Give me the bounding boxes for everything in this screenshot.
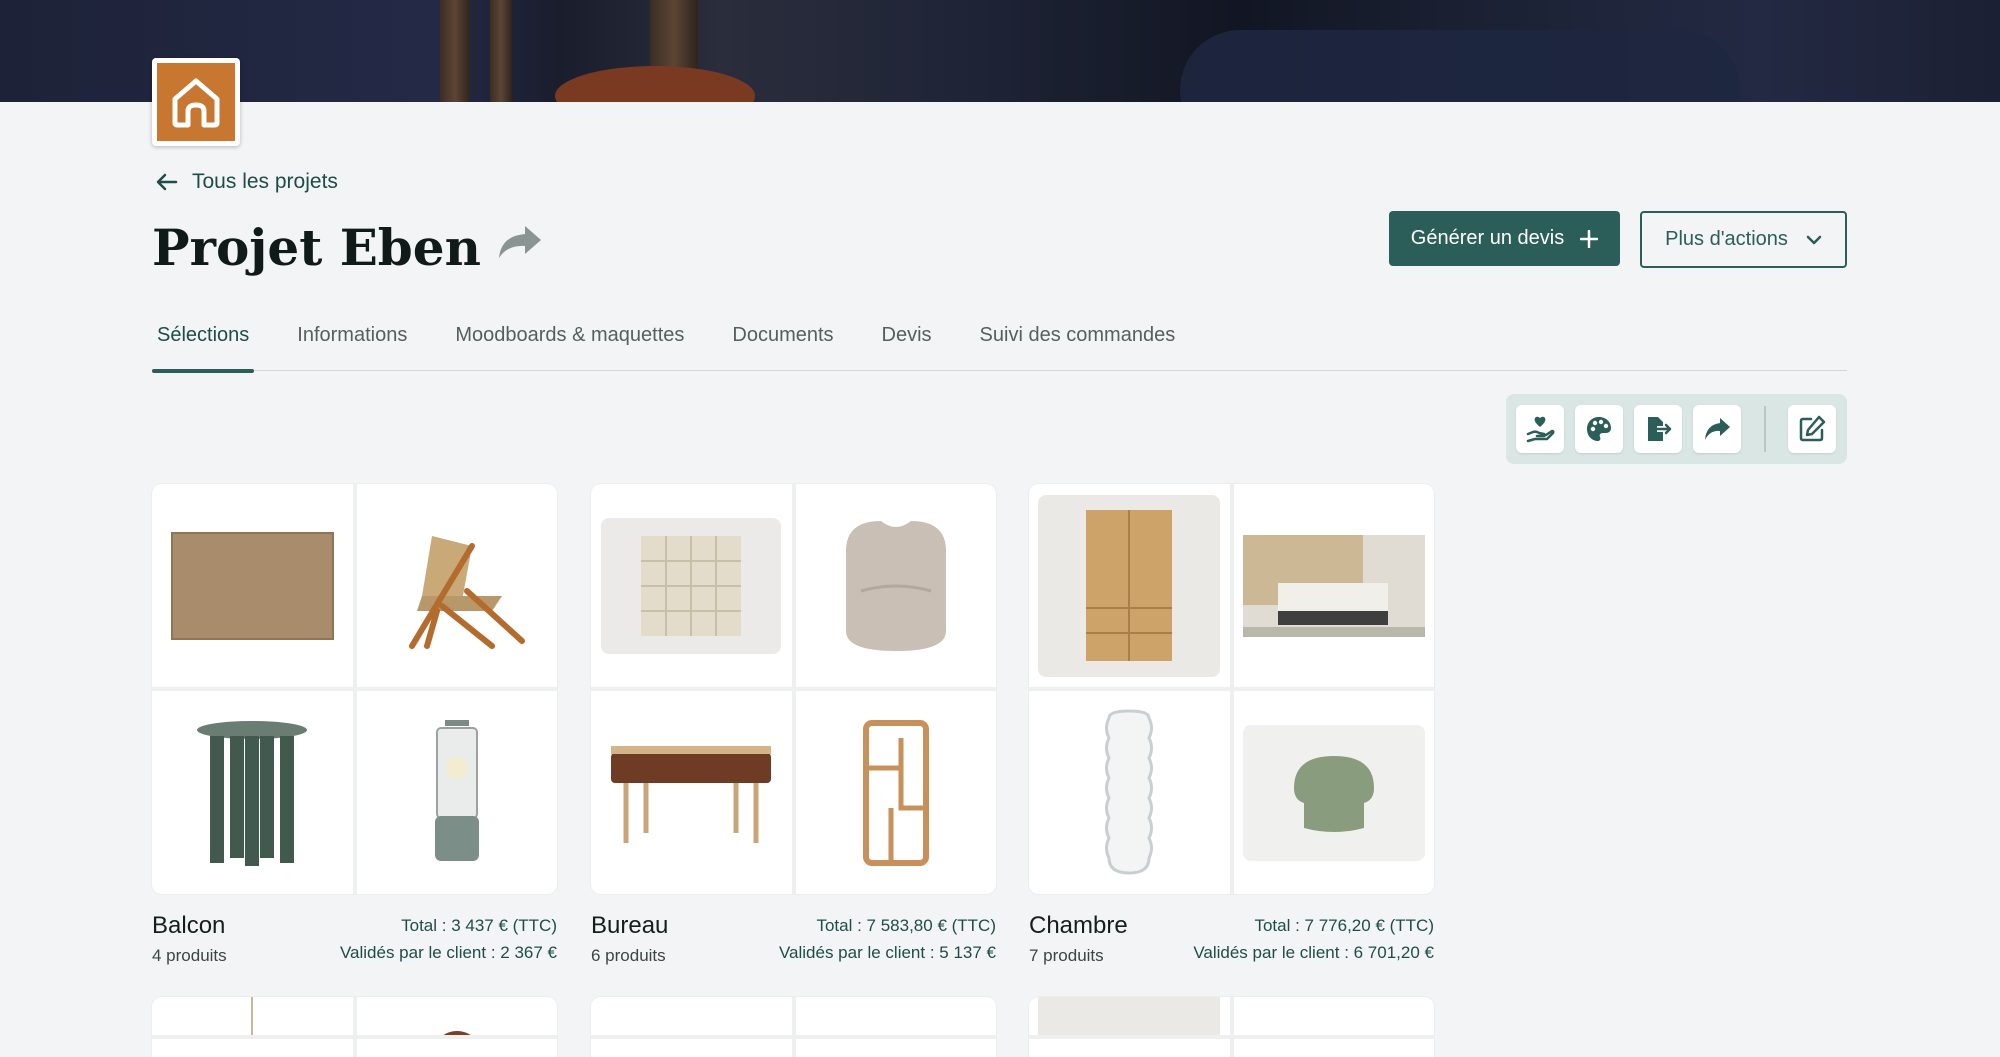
selection-total: Total : 3 437 € (TTC) [401,916,557,935]
selection-validated: Validés par le client : 2 367 € [339,943,557,962]
share-icon[interactable] [1693,405,1741,453]
product-thumbnail [591,484,792,687]
product-thumbnail [795,691,996,894]
arrow-left-icon [156,173,178,191]
product-count: 7 produits [1029,946,1104,965]
more-actions-button[interactable]: Plus d'actions [1640,211,1847,268]
back-to-projects-link[interactable]: Tous les projets [156,170,338,194]
cover-banner [0,0,2000,102]
generate-quote-button[interactable]: Générer un devis [1389,211,1620,266]
selection-card-chambre[interactable]: Chambre 7 produits Total : 7 776,20 € (T… [1029,484,1434,966]
selection-total: Total : 7 583,80 € (TTC) [816,916,996,935]
selection-total: Total : 7 776,20 € (TTC) [1254,916,1434,935]
product-thumbnail [356,997,557,1035]
product-thumbnail [1233,997,1434,1035]
project-tabs: Sélections Informations Moodboards & maq… [152,318,1847,373]
selection-thumbnails [591,997,996,1057]
product-thumbnail [1233,484,1434,687]
selection-name: Bureau [591,912,669,939]
product-thumbnail [795,997,996,1035]
selection-thumbnails [591,484,996,894]
selection-toolbar [1506,394,1847,464]
product-count: 4 produits [152,946,227,965]
hand-heart-icon[interactable] [1516,405,1564,453]
product-thumbnail [1029,997,1230,1035]
back-label: Tous les projets [192,170,338,193]
selection-validated: Validés par le client : 6 701,20 € [1193,943,1434,962]
selection-name: Chambre [1029,912,1128,939]
selection-name: Balcon [152,912,226,939]
selection-card-partial[interactable] [591,997,996,1057]
tab-documents[interactable]: Documents [727,318,838,371]
share-project-icon[interactable] [495,222,543,267]
palette-icon[interactable] [1575,405,1623,453]
edit-icon[interactable] [1788,405,1836,453]
tab-devis[interactable]: Devis [877,318,937,371]
product-thumbnail [1029,484,1230,687]
generate-quote-label: Générer un devis [1410,227,1565,249]
product-thumbnail [152,997,353,1035]
tab-suivi-commandes[interactable]: Suivi des commandes [975,318,1181,371]
selection-validated: Validés par le client : 5 137 € [778,943,996,962]
selection-card-partial[interactable] [152,997,557,1057]
selection-thumbnails [152,997,557,1057]
product-thumbnail [591,691,792,894]
selection-card-bureau[interactable]: Bureau 6 produits Total : 7 583,80 € (TT… [591,484,996,966]
chevron-down-icon [1806,235,1822,244]
plus-icon [1580,229,1599,248]
product-thumbnail [1233,691,1434,894]
product-thumbnail [356,691,557,894]
toolbar-divider [1764,406,1766,452]
product-thumbnail [152,484,353,687]
product-thumbnail [152,691,353,894]
project-logo [152,58,240,146]
product-thumbnail [356,484,557,687]
selection-thumbnails [152,484,557,894]
tab-moodboards[interactable]: Moodboards & maquettes [450,318,689,371]
export-icon[interactable] [1634,405,1682,453]
selection-card-partial[interactable] [1029,997,1434,1057]
tab-informations[interactable]: Informations [292,318,412,371]
product-thumbnail [591,997,792,1035]
product-count: 6 produits [591,946,666,965]
house-icon [157,63,235,141]
product-thumbnail [1029,691,1230,894]
selection-thumbnails [1029,997,1434,1057]
selection-thumbnails [1029,484,1434,894]
selection-card-balcon[interactable]: Balcon 4 produits Total : 3 437 € (TTC) … [152,484,557,966]
product-thumbnail [795,484,996,687]
more-actions-label: Plus d'actions [1665,228,1788,250]
page-title: Projet Eben [152,218,481,277]
tab-selections[interactable]: Sélections [152,318,255,373]
